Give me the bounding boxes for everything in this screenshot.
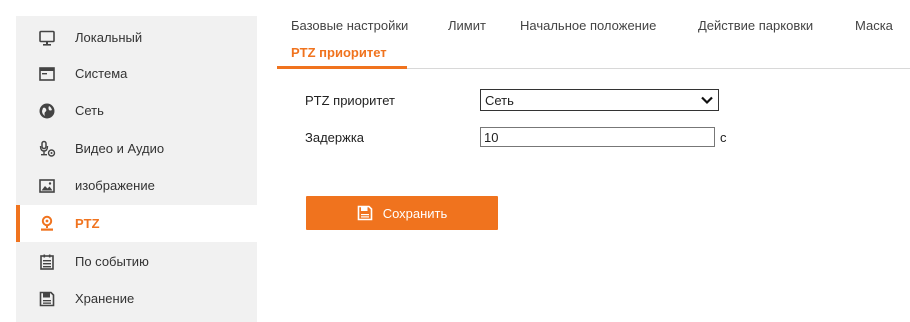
storage-disk-icon [38,290,56,308]
sidebar-item-label: Видео и Аудио [75,141,165,156]
sidebar-item-ptz[interactable]: PTZ [16,205,257,242]
sidebar-item-storage[interactable]: Хранение [16,280,257,317]
tab-active-indicator [277,66,407,69]
save-button[interactable]: Сохранить [306,196,498,230]
tab-basic-settings[interactable]: Базовые настройки [291,18,408,33]
sidebar-item-system[interactable]: Система [16,55,257,92]
floppy-disk-icon [357,205,373,221]
chevron-down-icon [700,93,714,107]
tab-park-action[interactable]: Действие парковки [698,18,813,33]
sidebar-item-label: изображение [75,178,155,193]
monitor-icon [38,29,56,47]
tab-initial-position[interactable]: Начальное положение [520,18,656,33]
save-button-label: Сохранить [382,205,448,221]
system-window-icon [38,65,56,83]
sidebar-item-label: По событию [75,254,149,269]
sidebar-item-label: Система [75,66,128,81]
tab-ptz-priority[interactable]: PTZ приоритет [291,45,387,60]
sidebar-item-label: Хранение [75,291,135,306]
sidebar-item-label: PTZ [75,216,100,231]
ptz-camera-icon [38,215,56,233]
sidebar-item-video-audio[interactable]: Видео и Аудио [16,130,257,167]
sidebar-item-label: Сеть [75,103,104,118]
globe-icon [38,102,56,120]
sidebar-item-image[interactable]: изображение [16,167,257,204]
delay-input[interactable] [480,127,715,147]
ptz-priority-label: PTZ приоритет [305,93,395,108]
tab-mask[interactable]: Маска [855,18,893,33]
calendar-icon [38,253,56,271]
sidebar-item-network[interactable]: Сеть [16,92,257,129]
microphone-camera-icon [38,140,56,158]
sidebar-item-label: Локальный [75,30,143,45]
ptz-priority-select[interactable]: Сеть [480,89,719,111]
delay-unit: с [720,130,727,145]
image-icon [38,177,56,195]
delay-label: Задержка [305,130,365,145]
tab-limit[interactable]: Лимит [448,18,486,33]
sidebar: Локальный Система Сеть Видео и Аудио изо… [16,16,257,322]
ptz-priority-value: Сеть [485,92,514,108]
sidebar-item-local[interactable]: Локальный [16,19,257,56]
sidebar-item-event[interactable]: По событию [16,243,257,280]
